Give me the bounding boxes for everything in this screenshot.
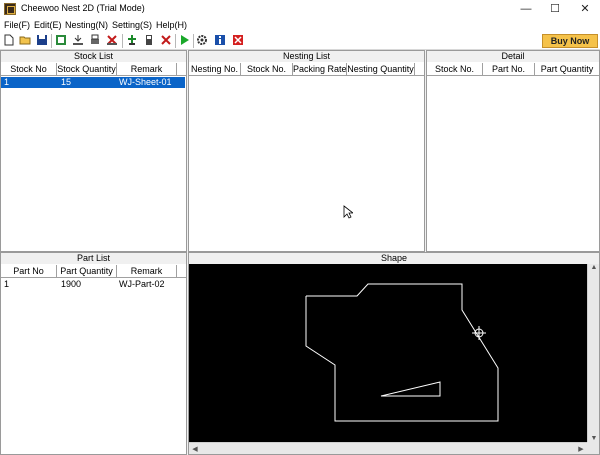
table-row[interactable]: 1 1900 WJ-Part-02 — [1, 279, 185, 290]
scroll-up-arrow-icon[interactable]: ▲ — [588, 264, 600, 271]
column-header-part-no[interactable]: Part No — [1, 265, 57, 278]
scroll-down-arrow-icon[interactable]: ▼ — [588, 435, 600, 442]
print-icon[interactable] — [89, 34, 101, 46]
detail-title: Detail — [427, 51, 599, 62]
column-header-part-no[interactable]: Part No. — [483, 63, 535, 76]
cell-remark: WJ-Sheet-01 — [119, 77, 172, 87]
window-title: Cheewoo Nest 2D (Trial Mode) — [21, 3, 145, 13]
mouse-cursor-icon — [343, 205, 353, 219]
cell-part-no: 1 — [4, 279, 10, 289]
toolbar-separator — [193, 34, 194, 48]
import-stock-icon[interactable] — [72, 34, 84, 46]
cell-part-quantity: 1900 — [61, 279, 82, 289]
part-icon[interactable] — [143, 34, 155, 46]
toolbar-separator — [175, 34, 176, 48]
stock-list-panel: Stock List Stock No Stock Quantity Remar… — [0, 50, 187, 252]
maximize-button[interactable]: ☐ — [540, 0, 570, 18]
part-outline — [305, 283, 499, 422]
app-logo-icon — [4, 3, 16, 15]
close-icon[interactable] — [232, 34, 244, 46]
delete-stock-icon[interactable] — [106, 34, 118, 46]
minimize-button[interactable]: — — [511, 0, 541, 18]
part-list-header: Part No Part Quantity Remark — [1, 265, 186, 278]
column-header-remark[interactable]: Remark — [117, 265, 177, 278]
menu-help[interactable]: Help(H) — [156, 20, 187, 30]
scroll-right-arrow-icon[interactable]: ▶ — [575, 445, 587, 453]
menu-setting[interactable]: Setting(S) — [112, 20, 152, 30]
detail-panel: Detail Stock No. Part No. Part Quantity — [426, 50, 600, 252]
part-shape-drawing — [305, 283, 499, 422]
cell-stock-no: 1 — [4, 77, 10, 87]
column-header-stock-quantity[interactable]: Stock Quantity — [57, 63, 117, 76]
column-header-nesting-no[interactable]: Nesting No. — [189, 63, 241, 76]
stock-list-header: Stock No Stock Quantity Remark — [1, 63, 186, 76]
toolbar: Buy Now — [0, 32, 600, 50]
open-folder-icon[interactable] — [19, 34, 31, 46]
menu-edit[interactable]: Edit(E) — [34, 20, 62, 30]
shape-panel: Shape ▲ ▼ ◀ ▶ — [188, 252, 600, 455]
delete-part-icon[interactable] — [160, 34, 172, 46]
nesting-list-panel: Nesting List Nesting No. Stock No. Packi… — [188, 50, 425, 252]
stock-list-title: Stock List — [1, 51, 186, 62]
detail-header: Stock No. Part No. Part Quantity — [427, 63, 599, 76]
column-header-part-quantity[interactable]: Part Quantity — [57, 265, 117, 278]
title-bar: Cheewoo Nest 2D (Trial Mode) — ☐ ✕ — [0, 0, 600, 18]
nesting-list-title: Nesting List — [189, 51, 424, 62]
scrollbar-corner — [587, 442, 599, 454]
info-icon[interactable] — [214, 34, 226, 46]
export-icon[interactable] — [55, 34, 67, 46]
column-header-part-quantity[interactable]: Part Quantity — [535, 63, 599, 76]
toolbar-separator — [51, 34, 52, 48]
part-list-title: Part List — [1, 253, 186, 264]
vertical-scrollbar[interactable]: ▲ ▼ — [587, 264, 599, 442]
cell-stock-quantity: 15 — [61, 77, 72, 87]
column-header-nesting-quantity[interactable]: Nesting Quantity — [347, 63, 415, 76]
save-icon[interactable] — [36, 34, 48, 46]
shape-canvas[interactable]: ▲ ▼ ◀ ▶ — [189, 264, 599, 454]
menu-nesting[interactable]: Nesting(N) — [65, 20, 108, 30]
menu-file[interactable]: File(F) — [4, 20, 30, 30]
part-list-panel: Part List Part No Part Quantity Remark 1… — [0, 252, 187, 455]
crosshair-cursor-icon — [472, 326, 486, 340]
shape-title: Shape — [189, 253, 599, 264]
horizontal-scrollbar[interactable]: ◀ ▶ — [189, 442, 587, 454]
buy-now-button[interactable]: Buy Now — [542, 34, 598, 48]
menu-bar: File(F) Edit(E) Nesting(N) Setting(S) He… — [0, 18, 600, 32]
add-part-icon[interactable] — [126, 34, 138, 46]
close-window-button[interactable]: ✕ — [570, 0, 600, 18]
settings-icon[interactable] — [196, 34, 208, 46]
part-hole — [380, 381, 441, 397]
nesting-list-header: Nesting No. Stock No. Packing Rate Nesti… — [189, 63, 424, 76]
toolbar-separator — [122, 34, 123, 48]
cell-remark: WJ-Part-02 — [119, 279, 165, 289]
column-header-stock-no[interactable]: Stock No — [1, 63, 57, 76]
scroll-left-arrow-icon[interactable]: ◀ — [189, 445, 201, 453]
column-header-packing-rate[interactable]: Packing Rate — [293, 63, 347, 76]
table-row[interactable]: 1 15 WJ-Sheet-01 — [1, 77, 185, 88]
column-header-stock-no[interactable]: Stock No. — [241, 63, 293, 76]
column-header-stock-no[interactable]: Stock No. — [427, 63, 483, 76]
run-icon[interactable] — [178, 34, 190, 46]
column-header-remark[interactable]: Remark — [117, 63, 177, 76]
new-file-icon[interactable] — [3, 34, 15, 46]
